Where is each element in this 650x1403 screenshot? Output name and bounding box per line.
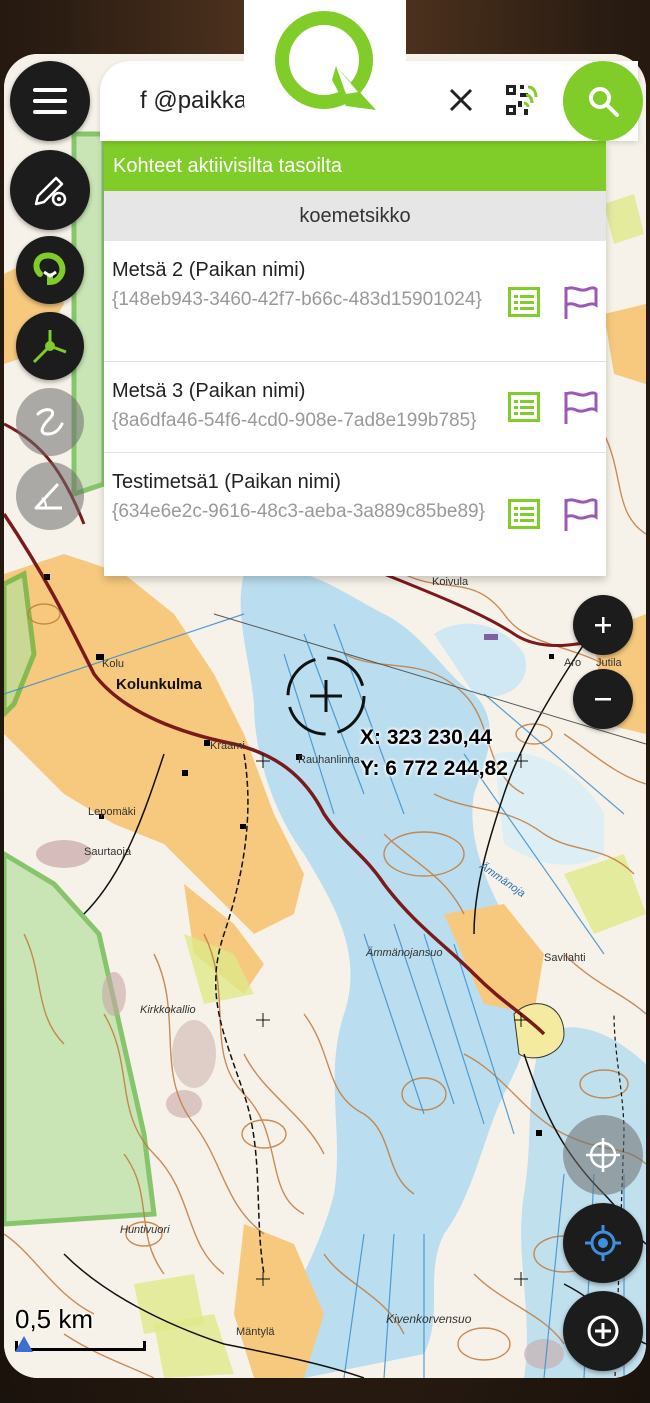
scale-label: 0,5 km [15, 1304, 94, 1334]
freehand-button[interactable] [16, 388, 84, 456]
qr-scan-icon[interactable] [504, 83, 538, 117]
map-label-savilahti: Savilahti [544, 952, 586, 964]
freehand-icon [36, 408, 64, 436]
result-title: Metsä 2 (Paikan nimi) [112, 259, 306, 281]
plus-icon [595, 617, 611, 633]
search-input[interactable]: f @paikka [140, 87, 260, 115]
app-logo [244, 0, 406, 132]
result-title: Metsä 3 (Paikan nimi) [112, 380, 306, 402]
scale-bar [15, 1341, 146, 1351]
map-label-lepomaki: Lepomäki [88, 806, 136, 818]
search-button[interactable] [563, 61, 643, 141]
map-label-kirkkokallio: Kirkkokallio [140, 1004, 196, 1016]
digitize-settings-button[interactable] [10, 150, 90, 230]
result-id: {634e6e2c-9616-48c3-aeba-3a889c85be89} [112, 501, 485, 522]
gps-locate-icon [585, 1225, 621, 1261]
result-actions [508, 497, 598, 531]
app-screen: Kolunkulma Kolu Kraami Rauhanlinna Lepom… [4, 54, 646, 1378]
map-label-jutila: Jutila [596, 657, 622, 669]
map-label-mantyla: Mäntylä [236, 1326, 275, 1338]
attribute-table-icon[interactable] [508, 392, 540, 422]
result-id: {8a6dfa46-54f6-4cd0-908e-7ad8e199b785} [112, 410, 477, 431]
map-label-ammanojansuo: Ämmänojansuo [366, 947, 443, 959]
close-icon[interactable] [446, 85, 476, 115]
map-label-koivula: Koivula [432, 576, 469, 588]
menu-icon [33, 88, 67, 114]
magnet-icon [33, 252, 66, 286]
flag-icon[interactable] [562, 497, 598, 531]
device-frame: Kolunkulma Kolu Kraami Rauhanlinna Lepom… [0, 0, 650, 1403]
vertex-edit-icon [32, 330, 67, 364]
attribute-table-icon[interactable] [508, 287, 540, 317]
qfield-logo-icon [275, 11, 376, 110]
result-item[interactable]: Metsä 2 (Paikan nimi) {148eb943-3460-42f… [104, 241, 606, 362]
map-label-saurtaoja: Saurtaoja [84, 846, 132, 858]
result-actions [508, 390, 598, 424]
results-layer-group: koemetsikko [104, 191, 606, 241]
attribute-table-icon[interactable] [508, 499, 540, 529]
y-coordinate: Y: 6 772 244,82 [360, 757, 508, 780]
north-arrow-icon [15, 1336, 33, 1352]
map-label-huntivuori: Huntivuori [120, 1224, 170, 1236]
snapping-button[interactable] [16, 236, 84, 304]
result-actions [508, 285, 598, 319]
map-label-rauhanlinna: Rauhanlinna [298, 754, 360, 766]
crosshair-icon [586, 1138, 620, 1172]
edit-settings-icon [34, 176, 67, 207]
result-item[interactable]: Metsä 3 (Paikan nimi) {8a6dfa46-54f6-4cd… [104, 362, 606, 453]
map-label-kraami: Kraami [210, 740, 245, 752]
menu-button[interactable] [10, 61, 90, 141]
zoom-in-button[interactable] [573, 595, 633, 655]
measure-angle-icon [34, 482, 62, 510]
zoom-out-button[interactable] [573, 669, 633, 729]
map-label-kolunkulma: Kolunkulma [116, 676, 202, 693]
vertex-edit-button[interactable] [16, 312, 84, 380]
result-id: {148eb943-3460-42f7-b66c-483d15901024} [112, 289, 482, 310]
results-section-header: Kohteet aktiivisilta tasoilta [104, 141, 606, 191]
search-results-panel: Kohteet aktiivisilta tasoilta koemetsikk… [104, 141, 606, 576]
locate-button[interactable] [563, 1203, 643, 1283]
result-item[interactable]: Testimetsä1 (Paikan nimi) {634e6e2c-9616… [104, 453, 606, 574]
add-circle-icon [587, 1315, 619, 1347]
measure-button[interactable] [16, 462, 84, 530]
flag-icon[interactable] [562, 285, 598, 319]
coordinate-readout: X: 323 230,44 Y: 6 772 244,82 [360, 722, 508, 784]
minus-icon [595, 698, 611, 701]
search-icon [589, 87, 619, 117]
flag-icon[interactable] [562, 390, 598, 424]
x-coordinate: X: 323 230,44 [360, 726, 492, 749]
result-title: Testimetsä1 (Paikan nimi) [112, 471, 341, 493]
add-feature-button[interactable] [563, 1291, 643, 1371]
add-point-crosshair-button[interactable] [563, 1115, 643, 1195]
map-label-aro: Aro [564, 657, 582, 669]
map-label-kolu: Kolu [102, 658, 125, 670]
map-label-kivenkorvensuo: Kivenkorvensuo [386, 1312, 472, 1326]
